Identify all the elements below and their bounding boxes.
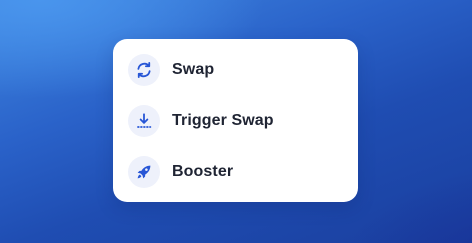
background: Swap Trigger Swap Booster <box>0 0 472 243</box>
rocket-icon <box>128 156 160 188</box>
menu-item-booster[interactable]: Booster <box>128 154 358 190</box>
menu-item-label: Trigger Swap <box>172 112 274 129</box>
download-trigger-icon <box>128 105 160 137</box>
menu-item-trigger-swap[interactable]: Trigger Swap <box>128 103 358 139</box>
menu-item-label: Booster <box>172 163 234 180</box>
menu-item-swap[interactable]: Swap <box>128 52 358 88</box>
swap-refresh-icon <box>128 54 160 86</box>
menu-item-label: Swap <box>172 61 215 78</box>
dropdown-menu: Swap Trigger Swap Booster <box>113 39 358 202</box>
